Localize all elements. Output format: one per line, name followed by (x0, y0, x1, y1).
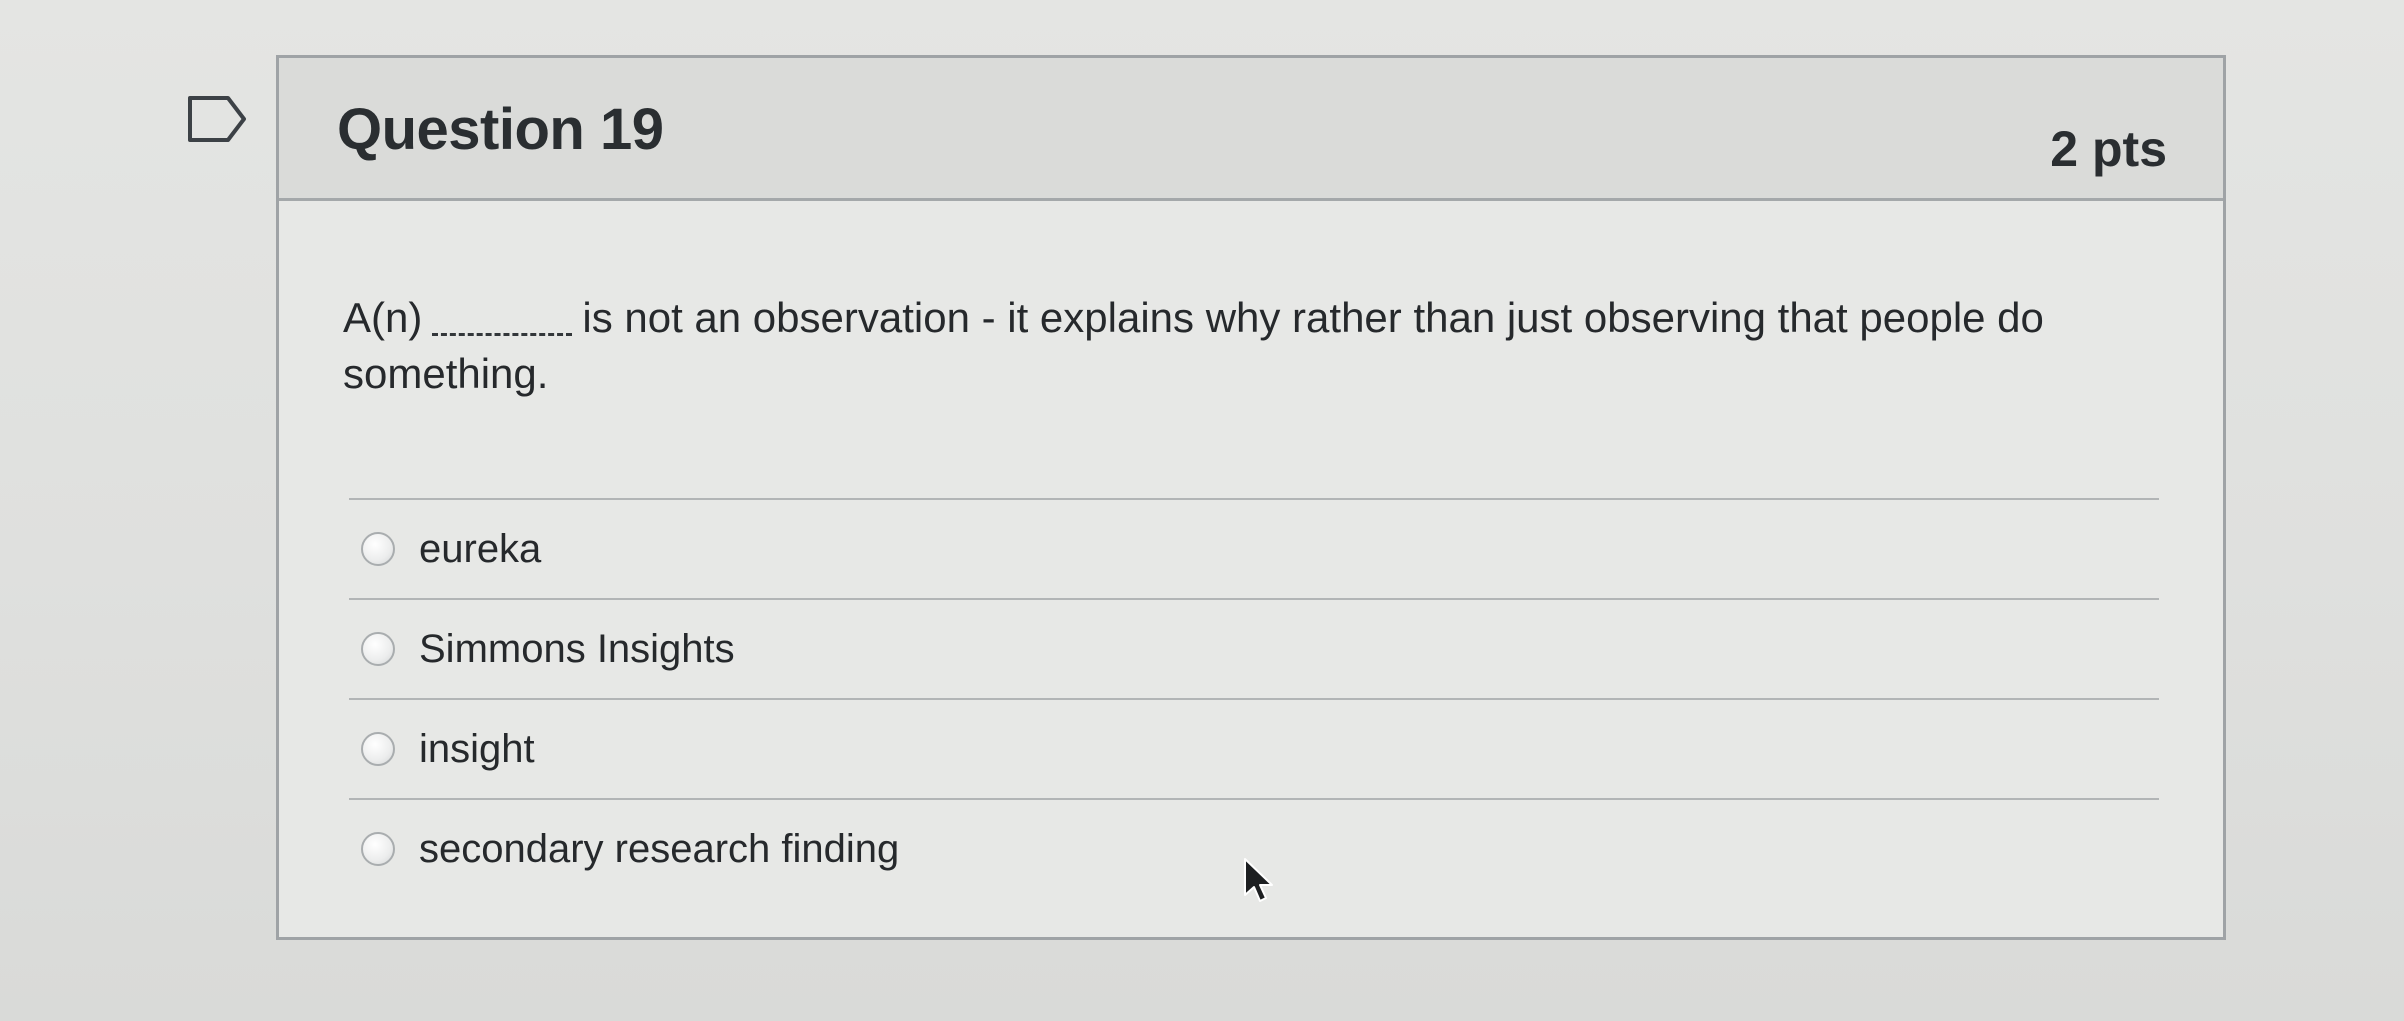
answer-label: eureka (419, 526, 542, 571)
radio-button[interactable] (361, 532, 395, 566)
radio-button[interactable] (361, 632, 395, 666)
question-title: Question 19 (337, 97, 664, 162)
question-header: Question 19 2 pts (279, 58, 2223, 201)
flag-question-icon[interactable] (186, 94, 248, 144)
question-text-after: is not an observation - it explains why … (343, 294, 2044, 397)
answer-list: eureka Simmons Insights insight secondar… (349, 498, 2159, 898)
answer-label: secondary research finding (419, 826, 900, 871)
mouse-pointer-icon (1242, 857, 1276, 907)
answer-label: Simmons Insights (419, 626, 735, 671)
radio-button[interactable] (361, 832, 395, 866)
answer-option[interactable]: insight (349, 700, 2159, 800)
answer-option[interactable]: Simmons Insights (349, 600, 2159, 700)
question-card: Question 19 2 pts A(n) is not an observat… (276, 55, 2226, 940)
radio-button[interactable] (361, 732, 395, 766)
question-text-before: A(n) (343, 294, 423, 341)
fill-in-blank (432, 297, 573, 336)
question-text: A(n) is not an observation - it explains … (343, 290, 2163, 402)
question-points: 2 pts (2050, 121, 2167, 177)
answer-label: insight (419, 726, 535, 771)
answer-option[interactable]: eureka (349, 500, 2159, 600)
